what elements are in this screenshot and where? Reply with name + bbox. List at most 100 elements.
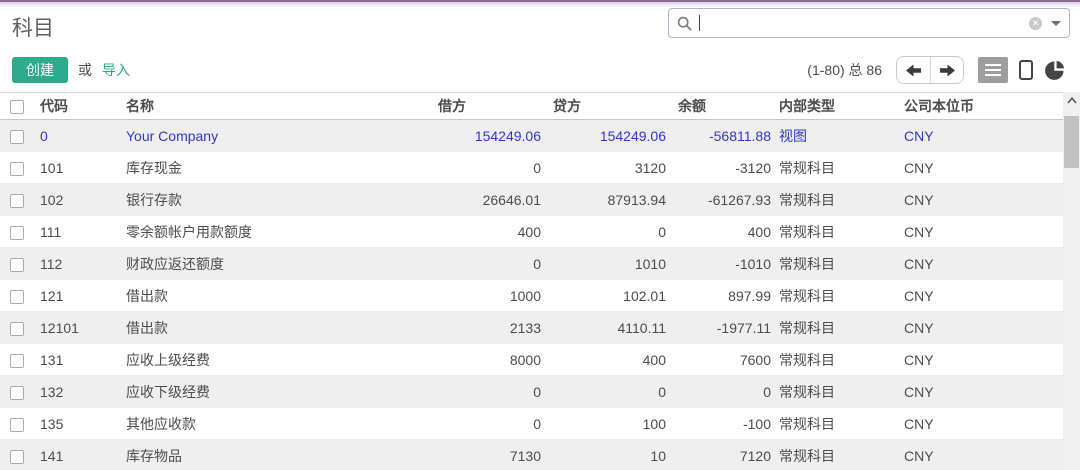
column-header-balance[interactable]: 余额 bbox=[670, 93, 775, 120]
cell-credit: 10 bbox=[545, 440, 670, 470]
cell-debit: 0 bbox=[430, 408, 545, 440]
row-checkbox[interactable] bbox=[10, 450, 24, 464]
cell-code: 141 bbox=[36, 440, 122, 470]
cell-select bbox=[0, 408, 36, 440]
table-row[interactable]: 135其他应收款0100-100常规科目CNY bbox=[0, 408, 1063, 440]
cell-currency: CNY bbox=[900, 248, 1063, 280]
table-row[interactable]: 132应收下级经费000常规科目CNY bbox=[0, 376, 1063, 408]
row-checkbox[interactable] bbox=[10, 162, 24, 176]
app-window: 科目 ✕ 创建 或 导入 (1-80) 总 86 bbox=[0, 0, 1080, 470]
cell-type: 常规科目 bbox=[775, 184, 900, 216]
cell-balance: -56811.88 bbox=[670, 120, 775, 152]
scrollbar-thumb[interactable] bbox=[1064, 116, 1079, 168]
table-row[interactable]: 141库存物品7130107120常规科目CNY bbox=[0, 440, 1063, 470]
cell-debit: 2133 bbox=[430, 312, 545, 344]
column-header-credit[interactable]: 贷方 bbox=[545, 93, 670, 120]
cell-name: Your Company bbox=[122, 120, 430, 152]
cell-balance: 897.99 bbox=[670, 280, 775, 312]
cell-code: 121 bbox=[36, 280, 122, 312]
cell-type: 常规科目 bbox=[775, 344, 900, 376]
kanban-view-button[interactable] bbox=[1013, 57, 1039, 83]
table-row[interactable]: 111零余额帐户用款额度4000400常规科目CNY bbox=[0, 216, 1063, 248]
cell-currency: CNY bbox=[900, 120, 1063, 152]
cell-name: 借出款 bbox=[122, 312, 430, 344]
cell-credit: 154249.06 bbox=[545, 120, 670, 152]
pager-previous-button[interactable] bbox=[897, 57, 930, 83]
table-row[interactable]: 121借出款1000102.01897.99常规科目CNY bbox=[0, 280, 1063, 312]
cell-type: 常规科目 bbox=[775, 280, 900, 312]
cell-name: 应收下级经费 bbox=[122, 376, 430, 408]
list-view-icon bbox=[985, 64, 1001, 76]
cell-select bbox=[0, 152, 36, 184]
cell-balance: 7600 bbox=[670, 344, 775, 376]
row-checkbox[interactable] bbox=[10, 322, 24, 336]
cell-code: 0 bbox=[36, 120, 122, 152]
select-all-checkbox[interactable] bbox=[10, 100, 24, 114]
cell-type: 常规科目 bbox=[775, 152, 900, 184]
column-header-code[interactable]: 代码 bbox=[36, 93, 122, 120]
table-row[interactable]: 101库存现金03120-3120常规科目CNY bbox=[0, 152, 1063, 184]
cell-select bbox=[0, 376, 36, 408]
arrow-right-icon bbox=[940, 64, 955, 77]
row-checkbox[interactable] bbox=[10, 258, 24, 272]
row-checkbox[interactable] bbox=[10, 418, 24, 432]
search-icon bbox=[677, 16, 692, 31]
cell-currency: CNY bbox=[900, 184, 1063, 216]
cell-code: 12101 bbox=[36, 312, 122, 344]
table-row[interactable]: 112财政应返还额度01010-1010常规科目CNY bbox=[0, 248, 1063, 280]
cell-name: 零余额帐户用款额度 bbox=[122, 216, 430, 248]
cell-balance: -3120 bbox=[670, 152, 775, 184]
cell-code: 132 bbox=[36, 376, 122, 408]
list-view-button[interactable] bbox=[978, 57, 1008, 83]
clear-search-icon[interactable]: ✕ bbox=[1029, 17, 1042, 30]
or-label: 或 bbox=[78, 60, 92, 80]
graph-view-button[interactable] bbox=[1042, 57, 1068, 83]
row-checkbox[interactable] bbox=[10, 130, 24, 144]
cell-select bbox=[0, 440, 36, 470]
row-checkbox[interactable] bbox=[10, 290, 24, 304]
pager-range-text: (1-80) 总 86 bbox=[807, 60, 882, 80]
kanban-view-icon bbox=[1019, 60, 1033, 80]
cell-name: 库存物品 bbox=[122, 440, 430, 470]
table-row[interactable]: 12101借出款21334110.11-1977.11常规科目CNY bbox=[0, 312, 1063, 344]
cell-balance: 0 bbox=[670, 376, 775, 408]
scroll-up-button[interactable] bbox=[1063, 92, 1080, 109]
column-header-currency[interactable]: 公司本位币 bbox=[900, 93, 1063, 120]
pager-next-button[interactable] bbox=[930, 57, 963, 83]
search-input[interactable]: ✕ bbox=[668, 8, 1070, 38]
cell-select bbox=[0, 248, 36, 280]
cell-currency: CNY bbox=[900, 152, 1063, 184]
menubar-bottom-strip bbox=[0, 0, 1080, 8]
cell-currency: CNY bbox=[900, 440, 1063, 470]
cell-type: 常规科目 bbox=[775, 408, 900, 440]
cell-select bbox=[0, 120, 36, 152]
row-checkbox[interactable] bbox=[10, 354, 24, 368]
row-checkbox[interactable] bbox=[10, 194, 24, 208]
vertical-scrollbar[interactable] bbox=[1063, 92, 1080, 470]
cell-credit: 102.01 bbox=[545, 280, 670, 312]
cell-code: 131 bbox=[36, 344, 122, 376]
cell-code: 101 bbox=[36, 152, 122, 184]
cell-currency: CNY bbox=[900, 312, 1063, 344]
row-checkbox[interactable] bbox=[10, 386, 24, 400]
cell-select bbox=[0, 312, 36, 344]
search-filter-caret-icon[interactable] bbox=[1051, 21, 1061, 26]
column-header-name[interactable]: 名称 bbox=[122, 93, 430, 120]
cell-type: 常规科目 bbox=[775, 376, 900, 408]
column-header-type[interactable]: 内部类型 bbox=[775, 93, 900, 120]
table-row[interactable]: 0Your Company154249.06154249.06-56811.88… bbox=[0, 120, 1063, 152]
pager bbox=[896, 56, 964, 84]
cell-name: 财政应返还额度 bbox=[122, 248, 430, 280]
table-header-row: 代码名称借方贷方余额内部类型公司本位币 bbox=[0, 93, 1063, 120]
row-checkbox[interactable] bbox=[10, 226, 24, 240]
column-header-debit[interactable]: 借方 bbox=[430, 93, 545, 120]
import-link[interactable]: 导入 bbox=[102, 60, 130, 80]
cell-name: 其他应收款 bbox=[122, 408, 430, 440]
create-button[interactable]: 创建 bbox=[12, 57, 68, 83]
cell-credit: 87913.94 bbox=[545, 184, 670, 216]
cell-balance: -100 bbox=[670, 408, 775, 440]
table-row[interactable]: 102银行存款26646.0187913.94-61267.93常规科目CNY bbox=[0, 184, 1063, 216]
table-row[interactable]: 131应收上级经费80004007600常规科目CNY bbox=[0, 344, 1063, 376]
cell-code: 111 bbox=[36, 216, 122, 248]
cell-select bbox=[0, 216, 36, 248]
